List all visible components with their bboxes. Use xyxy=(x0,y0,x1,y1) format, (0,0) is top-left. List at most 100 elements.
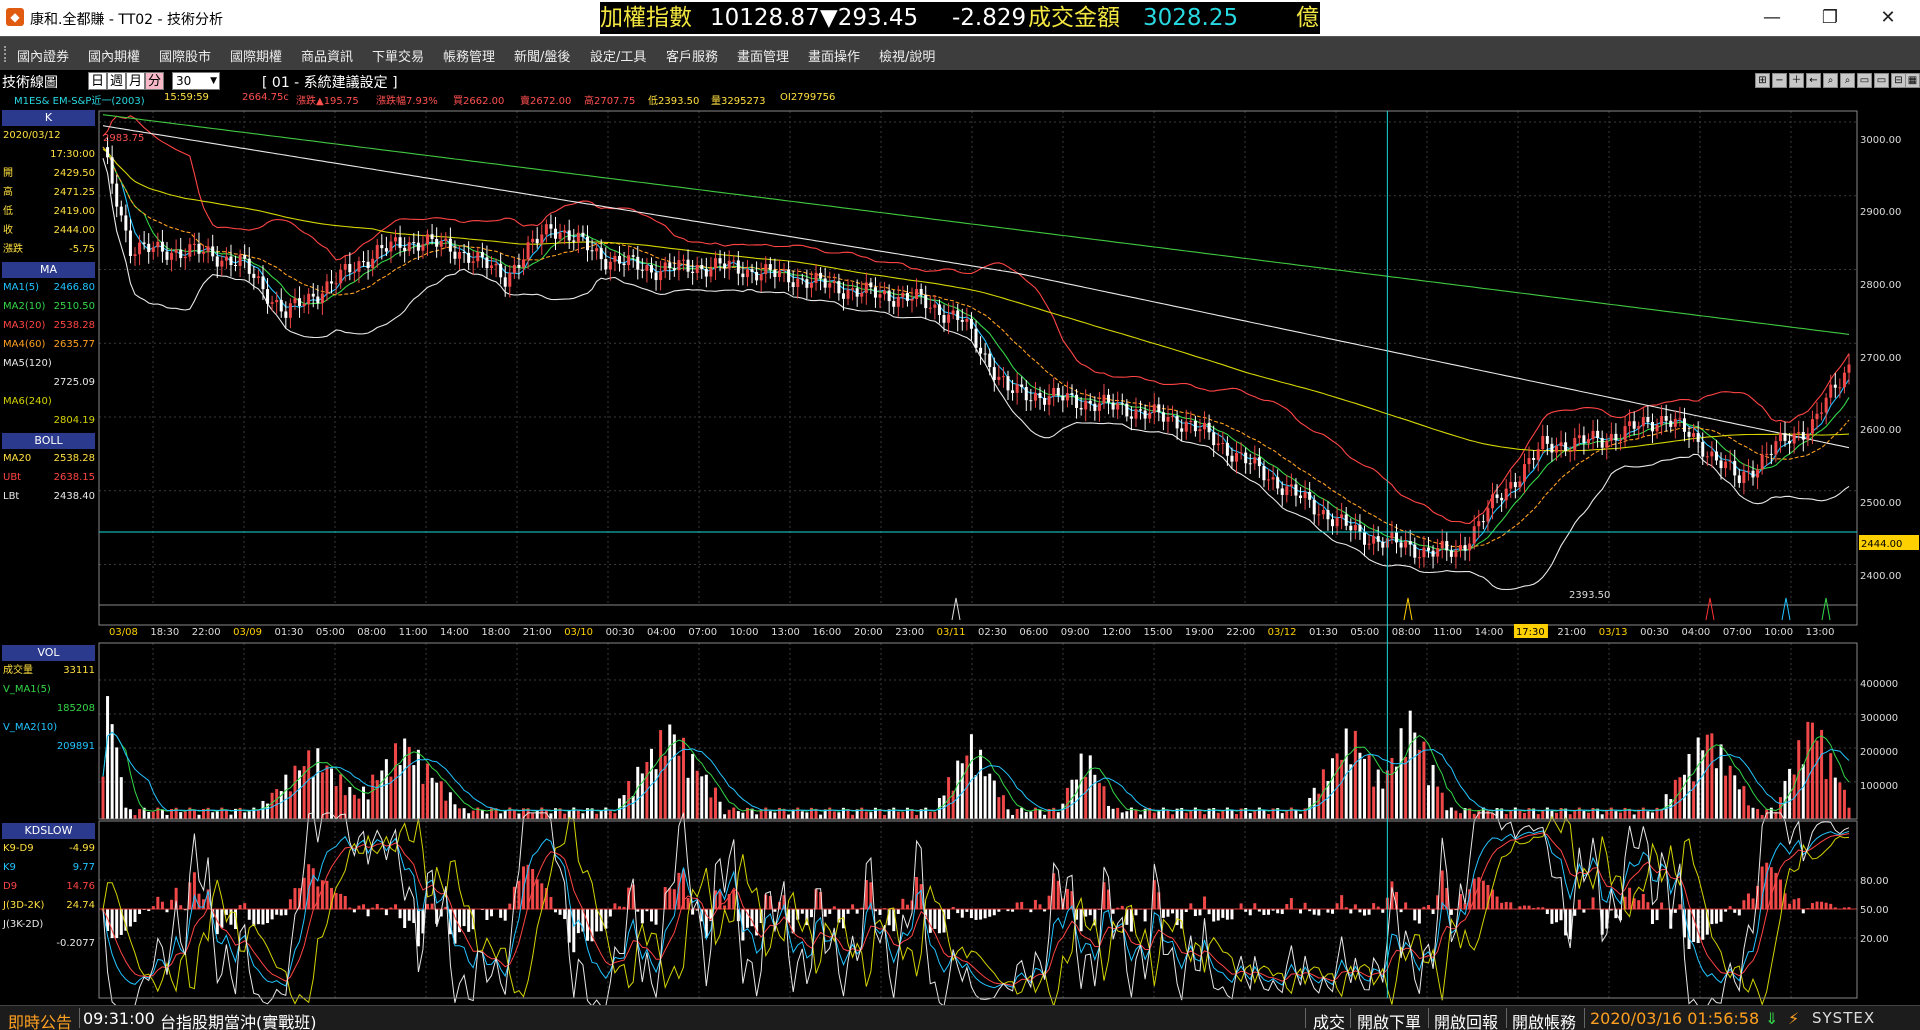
download-icon[interactable]: ⇓ xyxy=(1765,1009,1778,1028)
notification-icon[interactable]: ⚡ xyxy=(1788,1009,1799,1028)
kd-bar xyxy=(1719,909,1723,922)
volume-bar xyxy=(1646,811,1650,819)
kd-bar xyxy=(480,909,484,911)
volume-bar xyxy=(316,748,320,819)
volume-bar xyxy=(412,765,416,819)
candle-body xyxy=(791,282,795,287)
kd-bar xyxy=(1267,909,1271,915)
kd-bar xyxy=(256,909,260,925)
x-tick-label: 13:00 xyxy=(1806,627,1835,638)
volume-bar xyxy=(1020,807,1024,819)
x-tick-label: 12:00 xyxy=(1102,627,1131,638)
volume-bar xyxy=(133,815,137,819)
candle-body xyxy=(1801,432,1805,440)
kd-bar xyxy=(937,909,941,934)
kd-bar xyxy=(398,909,402,919)
kd-bar xyxy=(1733,909,1737,913)
kd-bar xyxy=(960,909,964,918)
candle-body xyxy=(138,242,142,255)
volume-bar xyxy=(1111,808,1115,819)
volume-bar xyxy=(1586,812,1590,819)
volume-bar xyxy=(284,774,288,819)
kd-bar xyxy=(947,909,951,920)
kd-tick-20: 20.00 xyxy=(1860,934,1889,945)
volume-bar xyxy=(1248,812,1252,819)
volume-bar xyxy=(467,813,471,819)
candle-body xyxy=(1518,481,1522,488)
candle-body xyxy=(1472,526,1476,544)
candle-body xyxy=(1751,470,1755,478)
volume-bar xyxy=(394,743,398,819)
x-tick-label: 16:00 xyxy=(812,627,841,638)
vma2-value: 209891 xyxy=(56,741,95,752)
candle-body xyxy=(1207,422,1211,433)
volume-bar xyxy=(1093,774,1097,819)
technical-chart[interactable]: 3000.00 2900.00 2800.00 2700.00 2600.00 … xyxy=(0,0,1920,1005)
candle-body xyxy=(1678,418,1682,420)
volume-bar xyxy=(439,781,443,819)
candle-body xyxy=(192,243,196,245)
volume-bar xyxy=(677,755,681,819)
open-order-button[interactable]: 開啟下單 xyxy=(1357,1009,1421,1030)
candle-body xyxy=(1230,455,1234,462)
volume-bar xyxy=(1395,766,1399,819)
candle-body xyxy=(1522,464,1526,482)
kd-bar xyxy=(1353,904,1357,910)
kd-bar xyxy=(325,880,329,910)
volume-bar xyxy=(1678,777,1682,819)
kd-bar xyxy=(1065,888,1069,910)
volume-bar xyxy=(736,811,740,819)
kd-bar xyxy=(1120,905,1124,910)
kd-bar xyxy=(156,896,160,910)
candle-body xyxy=(800,278,804,280)
kd-bar xyxy=(549,896,553,910)
k-open-value: 2429.50 xyxy=(53,168,95,179)
candle-body xyxy=(960,319,964,322)
candle-body xyxy=(1317,514,1321,516)
kd-bar xyxy=(380,907,384,910)
kd-bar xyxy=(1111,909,1115,914)
candle-body xyxy=(1847,364,1851,373)
candle-body xyxy=(1006,376,1010,391)
volume-bar xyxy=(1669,799,1673,819)
kd-bar xyxy=(1271,909,1275,911)
volume-bar xyxy=(1801,764,1805,819)
kd-bar xyxy=(1650,909,1654,924)
candle-body xyxy=(709,268,713,277)
candle-body xyxy=(1783,433,1787,441)
kd-bar xyxy=(1244,909,1248,912)
candle-body xyxy=(1550,443,1554,453)
volume-bar xyxy=(1426,785,1430,819)
kd-bar xyxy=(128,909,132,927)
candle-body xyxy=(1070,393,1074,395)
candle-body xyxy=(1079,407,1083,410)
candle-body xyxy=(1422,547,1426,558)
candle-body xyxy=(243,254,247,259)
kd-bar xyxy=(1166,909,1170,917)
vma1-value: 185208 xyxy=(56,703,95,714)
kd-bar xyxy=(1015,902,1019,910)
kd-bar xyxy=(1801,909,1805,914)
trades-button[interactable]: 成交 xyxy=(1313,1009,1345,1030)
candle-body xyxy=(1431,550,1435,557)
candle-body xyxy=(1166,416,1170,422)
x-tick-label: 22:00 xyxy=(1226,627,1255,638)
open-account-button[interactable]: 開啟帳務 xyxy=(1512,1009,1576,1030)
notice-text[interactable]: 台指股期當沖(實戰班) xyxy=(160,1009,317,1030)
x-tick-label: 07:00 xyxy=(688,627,717,638)
kd-bar xyxy=(1500,902,1504,910)
volume-bar xyxy=(1390,757,1394,819)
candle-body xyxy=(1033,393,1037,401)
candle-body xyxy=(851,288,855,290)
kd-bar xyxy=(1303,902,1307,910)
volume-bar xyxy=(1198,809,1202,819)
kd-bar xyxy=(956,909,960,914)
volume-bar xyxy=(864,811,868,819)
kd-bar xyxy=(1404,902,1408,910)
candle-body xyxy=(1175,416,1179,429)
open-report-button[interactable]: 開啟回報 xyxy=(1434,1009,1498,1030)
candle-body xyxy=(700,264,704,269)
candle-body xyxy=(590,250,594,252)
kd-bar xyxy=(640,909,644,924)
x-tick-label: 08:00 xyxy=(357,627,386,638)
